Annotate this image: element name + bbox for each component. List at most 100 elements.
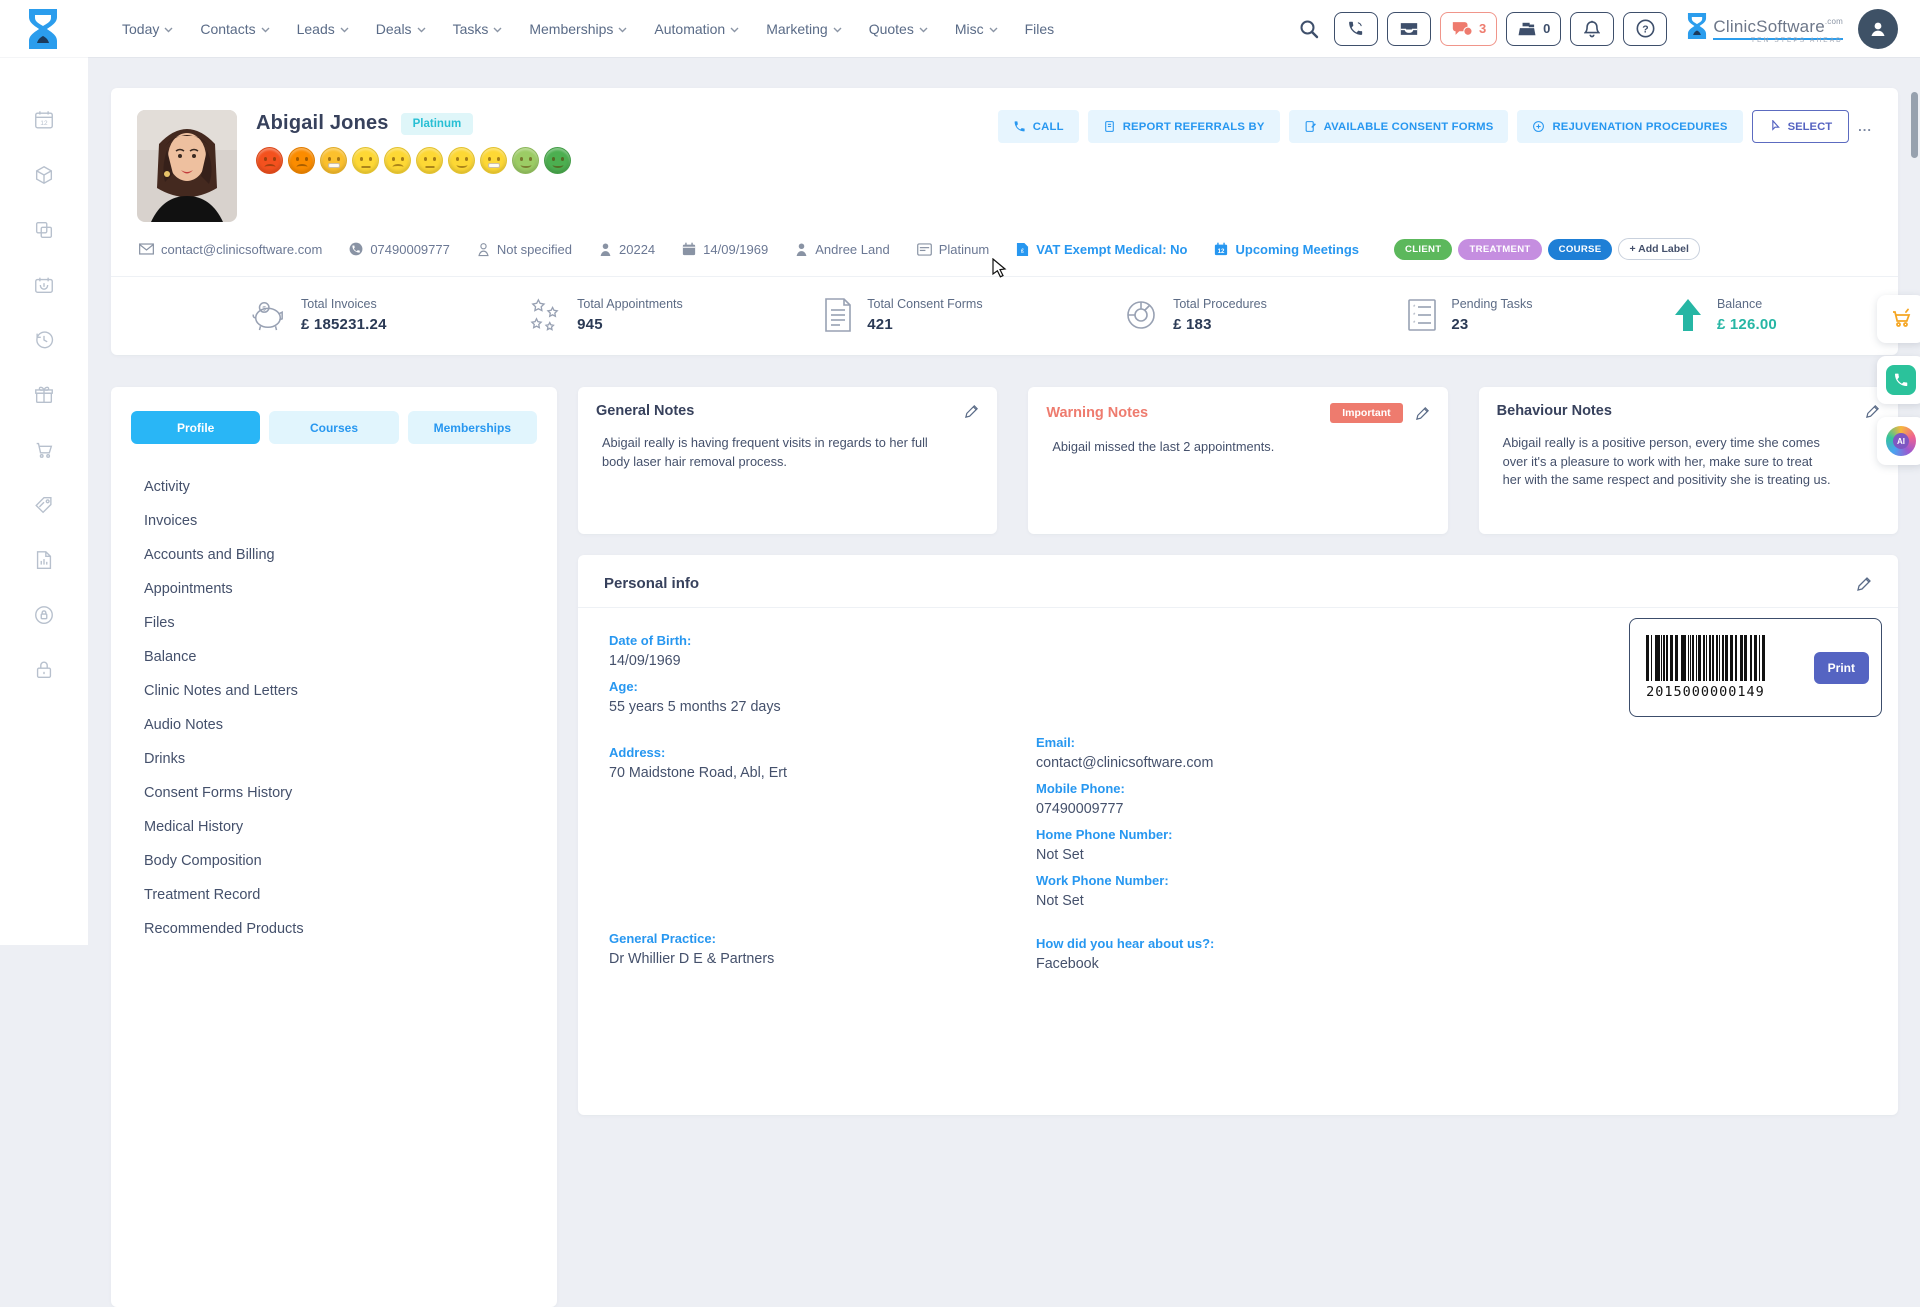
owner-item[interactable]: Andree Land bbox=[795, 242, 889, 257]
gender-item[interactable]: Not specified bbox=[477, 242, 572, 257]
help-button[interactable]: ? bbox=[1623, 12, 1667, 46]
client-id-item[interactable]: 20224 bbox=[599, 242, 655, 257]
tab-courses[interactable]: Courses bbox=[269, 411, 398, 444]
dialer-button[interactable] bbox=[1334, 12, 1378, 46]
patient-name: Abigail Jones bbox=[256, 112, 389, 135]
add-label-button[interactable]: + Add Label bbox=[1618, 238, 1699, 260]
menu-item-activity[interactable]: Activity bbox=[131, 470, 537, 504]
edit-pencil-icon[interactable] bbox=[1415, 406, 1430, 421]
person-icon bbox=[795, 242, 808, 257]
calendar-icon[interactable]: 12 bbox=[33, 109, 55, 131]
menu-item-medical-history[interactable]: Medical History bbox=[131, 810, 537, 844]
nav-item-marketing[interactable]: Marketing bbox=[766, 21, 841, 37]
gift-icon[interactable] bbox=[33, 384, 55, 406]
rejuvenation-procedures-button[interactable]: REJUVENATION PROCEDURES bbox=[1517, 110, 1742, 143]
quick-cart-button[interactable] bbox=[1877, 295, 1920, 343]
mood-6-icon[interactable] bbox=[416, 147, 443, 174]
appointment-basket-icon[interactable] bbox=[33, 274, 55, 296]
menu-item-accounts-billing[interactable]: Accounts and Billing bbox=[131, 538, 537, 572]
tag-icon[interactable] bbox=[33, 494, 55, 516]
menu-item-body-composition[interactable]: Body Composition bbox=[131, 844, 537, 878]
tab-memberships[interactable]: Memberships bbox=[408, 411, 537, 444]
vat-doc-icon: £ bbox=[1016, 242, 1029, 257]
person-icon bbox=[599, 242, 612, 257]
label-client[interactable]: CLIENT bbox=[1394, 239, 1452, 260]
patient-photo[interactable] bbox=[137, 110, 237, 222]
nav-label: Marketing bbox=[766, 21, 827, 37]
menu-item-treatment-record[interactable]: Treatment Record bbox=[131, 878, 537, 912]
call-button[interactable]: CALL bbox=[998, 110, 1079, 143]
mood-8-icon[interactable] bbox=[480, 147, 507, 174]
select-button[interactable]: SELECT bbox=[1752, 110, 1850, 143]
phone-icon bbox=[1013, 120, 1026, 133]
cart-icon bbox=[1888, 307, 1914, 331]
inbox-button[interactable] bbox=[1387, 12, 1431, 46]
menu-item-consent-forms-history[interactable]: Consent Forms History bbox=[131, 776, 537, 810]
mood-3-icon[interactable] bbox=[320, 147, 347, 174]
layers-icon[interactable] bbox=[33, 219, 55, 241]
edit-pencil-icon[interactable] bbox=[964, 404, 979, 419]
mood-2-icon[interactable] bbox=[288, 147, 315, 174]
package-icon[interactable] bbox=[33, 164, 55, 186]
nav-item-quotes[interactable]: Quotes bbox=[869, 21, 928, 37]
menu-item-clinic-notes[interactable]: Clinic Notes and Letters bbox=[131, 674, 537, 708]
email-item[interactable]: contact@clinicsoftware.com bbox=[139, 242, 322, 257]
chevron-down-icon bbox=[730, 27, 739, 33]
nav-item-automation[interactable]: Automation bbox=[654, 21, 739, 37]
mood-4-icon[interactable] bbox=[352, 147, 379, 174]
chat-button[interactable]: 3 bbox=[1440, 12, 1497, 46]
nav-item-files[interactable]: Files bbox=[1025, 21, 1055, 37]
stat-total-appointments: Total Appointments945 bbox=[527, 297, 683, 333]
nav-item-deals[interactable]: Deals bbox=[376, 21, 426, 37]
pos-button[interactable]: 0 bbox=[1506, 12, 1561, 46]
upcoming-meetings-item[interactable]: 12Upcoming Meetings bbox=[1214, 242, 1359, 257]
nav-item-tasks[interactable]: Tasks bbox=[453, 21, 503, 37]
edit-pencil-icon[interactable] bbox=[1856, 576, 1872, 592]
vat-exempt-item[interactable]: £VAT Exempt Medical: No bbox=[1016, 242, 1187, 257]
lock-icon[interactable] bbox=[33, 659, 55, 681]
menu-item-recommended-products[interactable]: Recommended Products bbox=[131, 912, 537, 946]
label-course[interactable]: COURSE bbox=[1548, 239, 1613, 260]
user-avatar[interactable] bbox=[1858, 9, 1898, 49]
menu-item-audio-notes[interactable]: Audio Notes bbox=[131, 708, 537, 742]
mood-1-icon[interactable] bbox=[256, 147, 283, 174]
nav-label: Automation bbox=[654, 21, 725, 37]
account-lock-icon[interactable] bbox=[33, 604, 55, 626]
nav-item-memberships[interactable]: Memberships bbox=[529, 21, 627, 37]
nav-item-misc[interactable]: Misc bbox=[955, 21, 998, 37]
nav-item-today[interactable]: Today bbox=[122, 21, 173, 37]
page-scrollbar[interactable] bbox=[1911, 92, 1918, 158]
pointer-icon bbox=[1769, 120, 1781, 133]
label-treatment[interactable]: TREATMENT bbox=[1458, 239, 1541, 260]
more-options-button[interactable]: ... bbox=[1858, 119, 1872, 134]
quick-call-button[interactable] bbox=[1877, 356, 1920, 404]
search-icon[interactable] bbox=[1299, 19, 1319, 39]
app-logo-icon[interactable] bbox=[20, 8, 66, 50]
tab-profile[interactable]: Profile bbox=[131, 411, 260, 444]
mood-7-icon[interactable] bbox=[448, 147, 475, 174]
mood-5-icon[interactable] bbox=[384, 147, 411, 174]
ai-assistant-button[interactable]: AI bbox=[1877, 417, 1920, 465]
print-button[interactable]: Print bbox=[1814, 652, 1869, 684]
nav-item-contacts[interactable]: Contacts bbox=[200, 21, 269, 37]
history-icon[interactable] bbox=[33, 329, 55, 351]
report-referrals-button[interactable]: REPORT REFERRALS BY bbox=[1088, 110, 1280, 143]
calendar-blue-icon: 12 bbox=[1214, 242, 1228, 256]
menu-item-invoices[interactable]: Invoices bbox=[131, 504, 537, 538]
menu-item-files[interactable]: Files bbox=[131, 606, 537, 640]
mood-10-icon[interactable] bbox=[544, 147, 571, 174]
mood-9-icon[interactable] bbox=[512, 147, 539, 174]
cart-icon[interactable] bbox=[33, 439, 55, 461]
menu-item-balance[interactable]: Balance bbox=[131, 640, 537, 674]
arrow-up-icon bbox=[1673, 297, 1703, 333]
notifications-button[interactable] bbox=[1570, 12, 1614, 46]
dob-item[interactable]: 14/09/1969 bbox=[682, 242, 768, 257]
nav-item-leads[interactable]: Leads bbox=[297, 21, 349, 37]
menu-item-appointments[interactable]: Appointments bbox=[131, 572, 537, 606]
consent-forms-button[interactable]: AVAILABLE CONSENT FORMS bbox=[1289, 110, 1509, 143]
report-icon[interactable] bbox=[33, 549, 55, 571]
profile-tabs: Profile Courses Memberships bbox=[131, 411, 537, 444]
membership-item[interactable]: Platinum bbox=[917, 242, 990, 257]
phone-item[interactable]: 07490009777 bbox=[349, 242, 450, 257]
menu-item-drinks[interactable]: Drinks bbox=[131, 742, 537, 776]
